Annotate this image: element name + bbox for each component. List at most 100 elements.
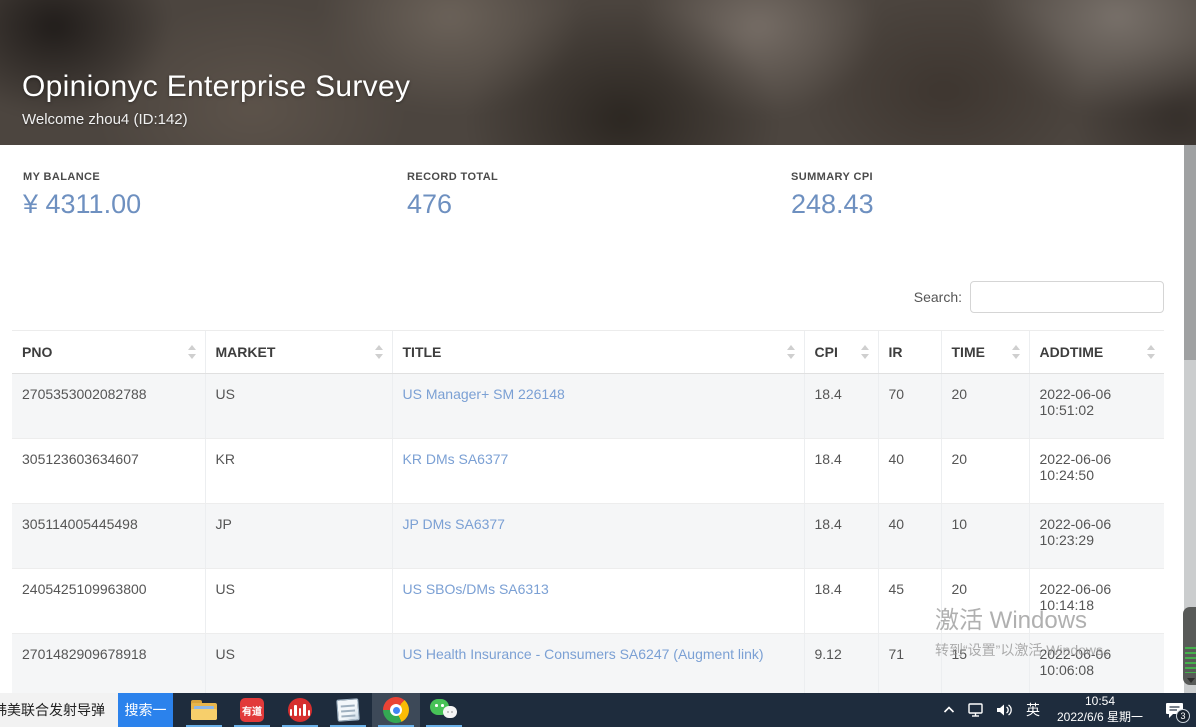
- volume-icon[interactable]: [990, 693, 1018, 727]
- survey-title-link[interactable]: US Health Insurance - Consumers SA6247 (…: [403, 646, 764, 662]
- clock-time: 10:54: [1057, 694, 1143, 710]
- column-header-market[interactable]: MARKET: [205, 331, 392, 374]
- system-tray: 英 10:54 2022/6/6 星期一 3: [936, 693, 1196, 727]
- column-header-ir[interactable]: IR: [878, 331, 941, 374]
- cell-ir: 40: [878, 439, 941, 504]
- cell-addtime: 2022-06-06 10:23:29: [1029, 504, 1164, 569]
- sort-icon: [860, 344, 870, 360]
- cell-time: 20: [941, 374, 1029, 439]
- cell-addtime: 2022-06-06 10:06:08: [1029, 634, 1164, 699]
- column-label: TITLE: [403, 344, 442, 360]
- table-header-row: PNO MARKET TITLE CPI IR TIME ADDTIME: [12, 331, 1164, 374]
- wechat-icon: [430, 698, 458, 722]
- column-label: IR: [889, 344, 903, 360]
- cell-time: 10: [941, 504, 1029, 569]
- stat-label: RECORD TOTAL: [407, 171, 780, 183]
- cell-time: 20: [941, 439, 1029, 504]
- table-row: 2405425109963800 US US SBOs/DMs SA6313 1…: [12, 569, 1164, 634]
- cell-market: US: [205, 634, 392, 699]
- download-manager-handle[interactable]: [1183, 607, 1196, 685]
- green-stripes-icon: [1185, 647, 1196, 673]
- cell-pno: 305114005445498: [12, 504, 205, 569]
- screen: Opinionyc Enterprise Survey Welcome zhou…: [0, 0, 1196, 727]
- cell-addtime: 2022-06-06 10:24:50: [1029, 439, 1164, 504]
- music-app-icon: [288, 698, 312, 722]
- sort-icon: [187, 344, 197, 360]
- cell-pno: 305123603634607: [12, 439, 205, 504]
- clock-date: 2022/6/6 星期一: [1057, 710, 1143, 726]
- page-title: Opinionyc Enterprise Survey: [22, 70, 410, 104]
- input-language-indicator[interactable]: 英: [1018, 693, 1048, 727]
- column-label: MARKET: [216, 344, 276, 360]
- cell-cpi: 18.4: [804, 504, 878, 569]
- taskbar-item-music-app[interactable]: [276, 693, 324, 727]
- search-label: Search:: [914, 289, 962, 305]
- cell-addtime: 2022-06-06 10:51:02: [1029, 374, 1164, 439]
- chrome-icon: [383, 697, 409, 723]
- cell-market: US: [205, 569, 392, 634]
- sort-icon: [786, 344, 796, 360]
- tray-chevron-up-icon[interactable]: [936, 693, 962, 727]
- column-label: TIME: [952, 344, 985, 360]
- network-icon[interactable]: [962, 693, 990, 727]
- survey-title-link[interactable]: US SBOs/DMs SA6313: [403, 581, 549, 597]
- table-search: Search:: [914, 281, 1164, 313]
- taskbar-item-file-explorer[interactable]: [180, 693, 228, 727]
- table-row: 305114005445498 JP JP DMs SA6377 18.4 40…: [12, 504, 1164, 569]
- taskbar-clock[interactable]: 10:54 2022/6/6 星期一: [1048, 693, 1152, 727]
- column-header-pno[interactable]: PNO: [12, 331, 205, 374]
- taskbar-item-notepad[interactable]: [324, 693, 372, 727]
- cell-cpi: 9.12: [804, 634, 878, 699]
- cell-cpi: 18.4: [804, 439, 878, 504]
- taskbar-item-chrome[interactable]: [372, 693, 420, 727]
- arrow-down-icon: [1187, 678, 1195, 683]
- cell-title: US Manager+ SM 226148: [392, 374, 804, 439]
- action-center-icon[interactable]: 3: [1152, 693, 1196, 727]
- survey-title-link[interactable]: JP DMs SA6377: [403, 516, 505, 532]
- cell-time: 15: [941, 634, 1029, 699]
- cell-title: JP DMs SA6377: [392, 504, 804, 569]
- column-label: CPI: [815, 344, 838, 360]
- taskbar-item-youdao[interactable]: 有道: [228, 693, 276, 727]
- cell-ir: 40: [878, 504, 941, 569]
- youdao-icon: 有道: [240, 698, 264, 722]
- survey-title-link[interactable]: KR DMs SA6377: [403, 451, 509, 467]
- hero-banner: Opinionyc Enterprise Survey Welcome zhou…: [0, 0, 1196, 145]
- taskbar-item-wechat[interactable]: [420, 693, 468, 727]
- cell-ir: 71: [878, 634, 941, 699]
- column-header-time[interactable]: TIME: [941, 331, 1029, 374]
- search-input[interactable]: [970, 281, 1164, 313]
- sort-icon: [1146, 344, 1156, 360]
- column-header-addtime[interactable]: ADDTIME: [1029, 331, 1164, 374]
- windows-taskbar: 韩美联合发射导弹 搜索一下 有道: [0, 693, 1196, 727]
- scrollbar-thumb[interactable]: [1184, 145, 1196, 360]
- sort-icon: [1011, 344, 1021, 360]
- taskbar-search-button[interactable]: 搜索一下: [118, 693, 173, 727]
- cell-ir: 70: [878, 374, 941, 439]
- notepad-icon: [336, 698, 359, 721]
- survey-title-link[interactable]: US Manager+ SM 226148: [403, 386, 565, 402]
- taskbar-app-icons: 有道: [180, 693, 468, 727]
- cell-pno: 2405425109963800: [12, 569, 205, 634]
- cell-market: JP: [205, 504, 392, 569]
- taskbar-search-text: 韩美联合发射导弹: [0, 702, 105, 718]
- stats-row: MY BALANCE ¥ 4311.00 RECORD TOTAL 476 SU…: [12, 171, 1164, 220]
- table-row: 2701482909678918 US US Health Insurance …: [12, 634, 1164, 699]
- stat-record-total: RECORD TOTAL 476: [396, 171, 780, 220]
- notification-badge: 3: [1176, 709, 1190, 723]
- cell-title: US Health Insurance - Consumers SA6247 (…: [392, 634, 804, 699]
- stat-label: MY BALANCE: [23, 171, 396, 183]
- cell-addtime: 2022-06-06 10:14:18: [1029, 569, 1164, 634]
- column-header-cpi[interactable]: CPI: [804, 331, 878, 374]
- column-header-title[interactable]: TITLE: [392, 331, 804, 374]
- cell-pno: 2705353002082788: [12, 374, 205, 439]
- taskbar-search-box[interactable]: 韩美联合发射导弹: [0, 693, 118, 727]
- stat-value: ¥ 4311.00: [23, 189, 396, 220]
- cell-cpi: 18.4: [804, 374, 878, 439]
- cell-title: US SBOs/DMs SA6313: [392, 569, 804, 634]
- cell-ir: 45: [878, 569, 941, 634]
- cell-pno: 2701482909678918: [12, 634, 205, 699]
- table-row: 305123603634607 KR KR DMs SA6377 18.4 40…: [12, 439, 1164, 504]
- stat-label: SUMMARY CPI: [791, 171, 1164, 183]
- welcome-text: Welcome zhou4 (ID:142): [22, 111, 410, 128]
